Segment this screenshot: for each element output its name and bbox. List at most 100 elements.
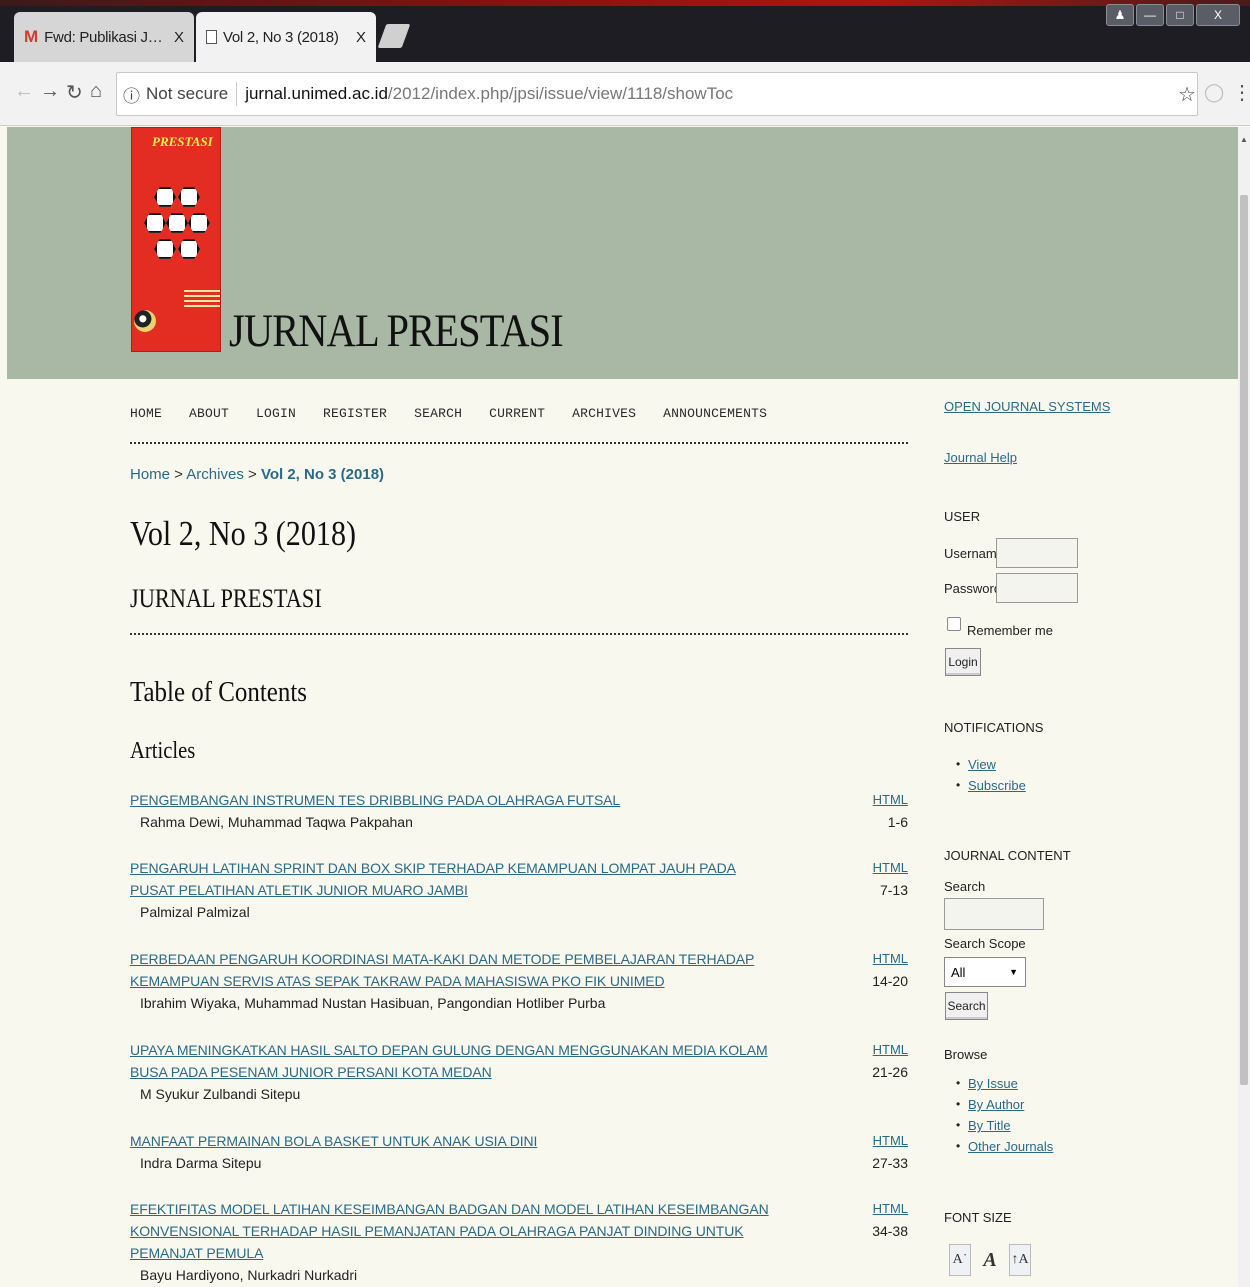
shield-icon[interactable]: ◯ bbox=[1204, 82, 1224, 103]
nav-register[interactable]: REGISTER bbox=[323, 406, 387, 442]
home-icon[interactable]: ⌂ bbox=[90, 80, 102, 103]
tab-current-label: Vol 2, No 3 (2018) bbox=[223, 28, 339, 46]
remember-me-checkbox[interactable] bbox=[947, 617, 961, 631]
html-galley-link[interactable]: HTML bbox=[873, 857, 908, 879]
breadcrumb-archives[interactable]: Archives bbox=[186, 466, 244, 483]
nav-home[interactable]: HOME bbox=[130, 406, 162, 442]
reload-icon[interactable]: ↻ bbox=[66, 80, 83, 105]
notifications-view-link[interactable]: View bbox=[968, 757, 996, 772]
search-scope-select[interactable]: All ▼ bbox=[944, 957, 1026, 987]
sidebar-search-label: Search bbox=[944, 879, 986, 894]
browse-label: Browse bbox=[944, 1047, 988, 1062]
nav-archives[interactable]: ARCHIVES bbox=[572, 406, 636, 442]
browse-by-title-link[interactable]: By Title bbox=[968, 1118, 1011, 1133]
maximize-icon[interactable]: □ bbox=[1166, 4, 1194, 26]
address-bar[interactable]: ⓘ Not secure jurnal.unimed.ac.id /2012/i… bbox=[116, 72, 1198, 116]
article-title-link[interactable]: EFEKTIFITAS MODEL LATIHAN KESEIMBANGAN B… bbox=[130, 1198, 770, 1264]
tab-gmail-label: Fwd: Publikasi Jurnal Prestasi bbox=[44, 28, 170, 46]
nav-announcements[interactable]: ANNOUNCEMENTS bbox=[663, 406, 767, 442]
cover-ball-graphic bbox=[134, 310, 156, 332]
html-galley-link[interactable]: HTML bbox=[872, 1130, 908, 1152]
cover-title: PRESTASI bbox=[152, 134, 213, 149]
article-pages: 27-33 bbox=[872, 1155, 908, 1171]
username-field[interactable] bbox=[996, 538, 1078, 568]
article-title-link[interactable]: UPAYA MENINGKATKAN HASIL SALTO DEPAN GUL… bbox=[130, 1039, 770, 1083]
remember-me-label: Remember me bbox=[967, 623, 1053, 638]
scroll-up-icon[interactable]: ▲ bbox=[1240, 135, 1248, 144]
minimize-icon[interactable]: — bbox=[1136, 4, 1164, 26]
article-title-link[interactable]: PERBEDAAN PENGARUH KOORDINASI MATA-KAKI … bbox=[130, 948, 770, 992]
html-galley-link[interactable]: HTML bbox=[872, 1198, 908, 1220]
scrollbar-thumb[interactable] bbox=[1240, 195, 1248, 1085]
list-item: By Issue bbox=[944, 1073, 1053, 1094]
back-arrow-icon[interactable]: ← bbox=[14, 80, 34, 103]
window-controls: ♟ — □ X bbox=[1106, 4, 1240, 26]
notifications-subscribe-link[interactable]: Subscribe bbox=[968, 778, 1026, 793]
sidebar-help-block: Journal Help bbox=[944, 450, 1017, 465]
tab-gmail-close-icon[interactable]: X bbox=[174, 29, 184, 46]
login-button[interactable]: Login bbox=[945, 648, 981, 676]
article-galley: HTML 1-6 bbox=[873, 789, 908, 833]
sidebar-search-input[interactable] bbox=[944, 898, 1044, 930]
sidebar-search-button[interactable]: Search bbox=[945, 992, 988, 1020]
address-separator bbox=[236, 82, 238, 106]
url-host: jurnal.unimed.ac.id bbox=[245, 84, 388, 103]
font-increase-icon[interactable]: ↑A bbox=[1009, 1244, 1031, 1276]
cover-hex-graphic bbox=[166, 213, 188, 233]
article-galley: HTML 34-38 bbox=[872, 1198, 908, 1242]
forward-arrow-icon[interactable]: → bbox=[40, 80, 60, 103]
password-label: Password bbox=[944, 581, 1002, 596]
breadcrumb-separator: > bbox=[170, 466, 187, 483]
tab-gmail[interactable]: M Fwd: Publikasi Jurnal Prestasi X bbox=[14, 12, 194, 62]
article-title-link[interactable]: MANFAAT PERMAINAN BOLA BASKET UNTUK ANAK… bbox=[130, 1130, 770, 1152]
bookmark-star-icon[interactable]: ☆ bbox=[1178, 82, 1196, 107]
font-decrease-icon[interactable]: A˙ bbox=[949, 1244, 971, 1276]
cover-hex-graphic bbox=[154, 239, 176, 259]
article-pages: 7-13 bbox=[879, 882, 908, 898]
breadcrumb: Home > Archives > Vol 2, No 3 (2018) bbox=[130, 466, 384, 483]
ojs-link[interactable]: OPEN JOURNAL SYSTEMS bbox=[944, 399, 1110, 414]
cover-hex-graphic bbox=[154, 187, 176, 207]
article-galley: HTML 27-33 bbox=[872, 1130, 908, 1174]
menu-kebab-icon[interactable]: ⋮ bbox=[1232, 80, 1250, 105]
nav-search[interactable]: SEARCH bbox=[414, 406, 462, 442]
article-item: EFEKTIFITAS MODEL LATIHAN KESEIMBANGAN B… bbox=[130, 1198, 908, 1286]
html-galley-link[interactable]: HTML bbox=[873, 789, 908, 811]
html-galley-link[interactable]: HTML bbox=[872, 948, 908, 970]
tab-current[interactable]: Vol 2, No 3 (2018) X bbox=[196, 12, 376, 62]
tab-current-close-icon[interactable]: X bbox=[356, 29, 366, 46]
toc-heading: Table of Contents bbox=[130, 676, 307, 708]
notifications-list: View Subscribe bbox=[944, 754, 1026, 796]
password-field[interactable] bbox=[996, 573, 1078, 603]
info-icon[interactable]: ⓘ bbox=[123, 82, 140, 107]
cover-hex-graphic bbox=[178, 187, 200, 207]
nav-login[interactable]: LOGIN bbox=[256, 406, 296, 442]
font-default-icon[interactable]: A bbox=[979, 1244, 1001, 1276]
nav-current[interactable]: CURRENT bbox=[489, 406, 545, 442]
other-journals-link[interactable]: Other Journals bbox=[968, 1139, 1053, 1154]
browse-by-issue-link[interactable]: By Issue bbox=[968, 1076, 1018, 1091]
search-scope-value: All bbox=[951, 964, 966, 980]
article-pages: 14-20 bbox=[872, 973, 908, 989]
article-authors: Indra Darma Sitepu bbox=[140, 1155, 262, 1171]
breadcrumb-home[interactable]: Home bbox=[130, 466, 170, 483]
article-title-link[interactable]: PENGEMBANGAN INSTRUMEN TES DRIBBLING PAD… bbox=[130, 789, 770, 811]
html-galley-link[interactable]: HTML bbox=[872, 1039, 908, 1061]
article-authors: Rahma Dewi, Muhammad Taqwa Pakpahan bbox=[140, 814, 413, 830]
nav-about[interactable]: ABOUT bbox=[189, 406, 229, 442]
breadcrumb-separator: > bbox=[243, 466, 261, 483]
search-scope-label: Search Scope bbox=[944, 936, 1026, 951]
cover-text-lines bbox=[184, 290, 220, 310]
scrollbar[interactable]: ▲ bbox=[1238, 127, 1250, 1287]
article-item: MANFAAT PERMAINAN BOLA BASKET UNTUK ANAK… bbox=[130, 1130, 908, 1174]
url-path: /2012/index.php/jpsi/issue/view/1118/sho… bbox=[387, 84, 734, 103]
browse-by-author-link[interactable]: By Author bbox=[968, 1097, 1024, 1112]
window-close-icon[interactable]: X bbox=[1196, 4, 1240, 26]
cover-hex-graphic bbox=[178, 239, 200, 259]
gmail-icon: M bbox=[24, 27, 39, 46]
profile-icon[interactable]: ♟ bbox=[1106, 4, 1134, 26]
article-item: PERBEDAAN PENGARUH KOORDINASI MATA-KAKI … bbox=[130, 948, 908, 1014]
article-title-link[interactable]: PENGARUH LATIHAN SPRINT DAN BOX SKIP TER… bbox=[130, 857, 770, 901]
list-item: By Title bbox=[944, 1115, 1053, 1136]
journal-help-link[interactable]: Journal Help bbox=[944, 450, 1017, 465]
